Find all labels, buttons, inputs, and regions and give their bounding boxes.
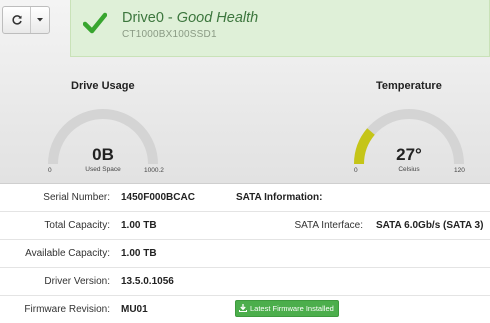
drive-info-table: Serial Number: 1450F000BCAC SATA Informa… [0, 184, 490, 323]
serial-number-value: 1450F000BCAC [121, 192, 195, 203]
temperature-title: Temperature [376, 80, 442, 92]
used-space-label: Used Space [85, 166, 121, 173]
info-row-driver: Driver Version: 13.5.0.1056 [0, 268, 490, 296]
caret-down-icon [37, 18, 43, 22]
health-status: Good Health [176, 10, 259, 26]
drive-model: CT1000BX100SSD1 [122, 29, 217, 40]
temperature-unit: Celsius [398, 166, 420, 173]
drive-name: Drive0 [122, 10, 164, 26]
health-banner: Drive0 - Good Health CT1000BX100SSD1 [70, 0, 490, 57]
driver-version-value: 13.5.0.1056 [121, 276, 174, 287]
firmware-status-button[interactable]: Latest Firmware Installed [235, 300, 339, 317]
drive-health-title: Drive0 - Good Health [122, 10, 258, 26]
title-separator: - [163, 10, 177, 26]
total-capacity-value: 1.00 TB [121, 220, 157, 231]
refresh-button-group [2, 6, 50, 34]
temperature-max-label: 120 [454, 167, 465, 174]
info-row-total: Total Capacity: 1.00 TB SATA Interface: … [0, 212, 490, 240]
total-capacity-label: Total Capacity: [44, 220, 110, 231]
temperature-min-label: 0 [354, 167, 358, 174]
firmware-status-label: Latest Firmware Installed [250, 304, 334, 313]
info-row-available: Available Capacity: 1.00 TB [0, 240, 490, 268]
driver-version-label: Driver Version: [44, 276, 110, 287]
firmware-revision-label: Firmware Revision: [24, 304, 110, 315]
download-icon [239, 303, 247, 314]
used-space-value: 0B [92, 145, 114, 164]
usage-max-label: 1000.2 [144, 167, 164, 174]
dropdown-toggle-button[interactable] [31, 7, 49, 33]
temperature-value: 27° [396, 145, 422, 164]
temperature-gauge-fill [354, 128, 375, 165]
drive-usage-title: Drive Usage [71, 80, 135, 92]
temperature-gauge: 27° Celsius 0 120 [350, 100, 468, 180]
sata-interface-value: SATA 6.0Gb/s (SATA 3) [376, 220, 484, 231]
refresh-icon [11, 14, 23, 26]
drive-usage-gauge: 0B Used Space 0 1000.2 [44, 100, 164, 180]
refresh-button[interactable] [3, 7, 31, 33]
sata-interface-label: SATA Interface: [294, 220, 363, 231]
checkmark-icon [82, 12, 108, 39]
serial-number-label: Serial Number: [43, 192, 110, 203]
info-row-serial: Serial Number: 1450F000BCAC SATA Informa… [0, 184, 490, 212]
sata-info-header: SATA Information: [236, 192, 323, 203]
usage-min-label: 0 [48, 167, 52, 174]
available-capacity-label: Available Capacity: [25, 248, 110, 259]
firmware-revision-value: MU01 [121, 304, 148, 315]
available-capacity-value: 1.00 TB [121, 248, 157, 259]
